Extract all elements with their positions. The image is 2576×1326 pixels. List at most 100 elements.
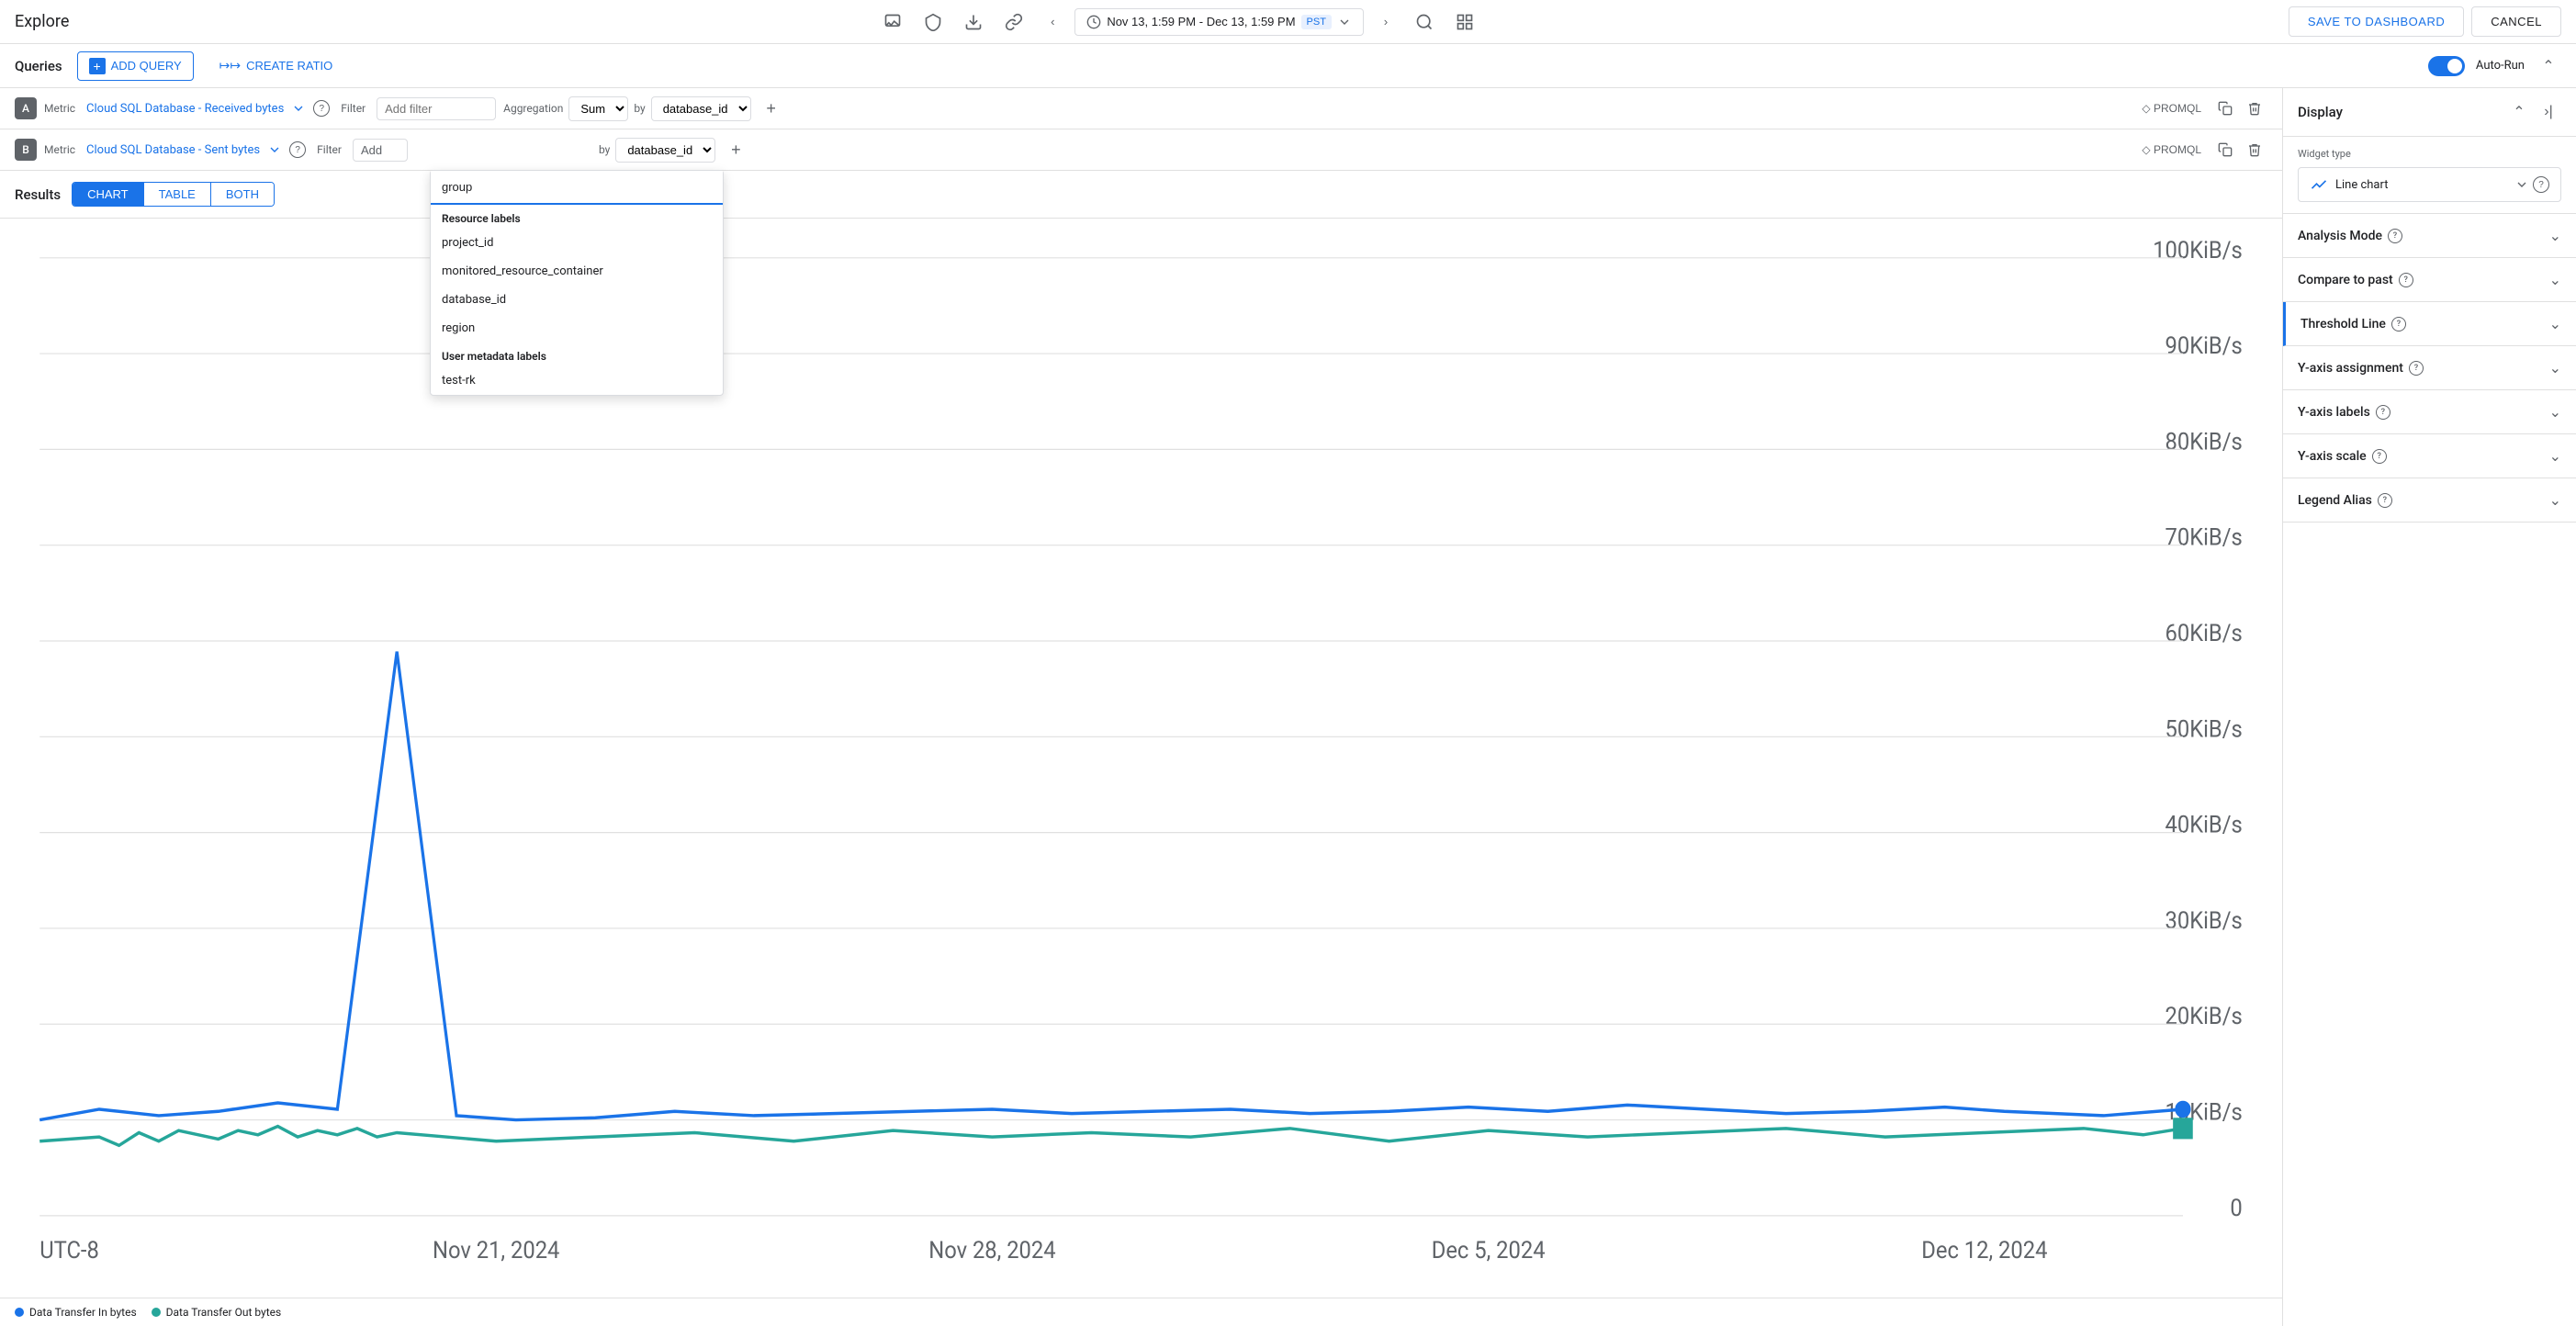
svg-text:0: 0 <box>2230 1195 2242 1222</box>
metric-value-a[interactable]: Cloud SQL Database - Received bytes <box>86 102 284 116</box>
metric-value-b[interactable]: Cloud SQL Database - Sent bytes <box>86 143 260 157</box>
accordion-y-axis-scale: Y-axis scale ? ⌄ <box>2283 434 2576 478</box>
chart-legend: Data Transfer In bytes Data Transfer Out… <box>0 1298 2282 1326</box>
next-time-btn[interactable]: › <box>1371 7 1400 37</box>
queries-bar: Queries + ADD QUERY ↦↦ CREATE RATIO Auto… <box>0 44 2576 88</box>
svg-text:90KiB/s: 90KiB/s <box>2165 332 2243 360</box>
accordion-legend-alias-header[interactable]: Legend Alias ? ⌄ <box>2283 478 2576 522</box>
dropdown-item-database-id[interactable]: database_id <box>431 286 723 314</box>
promql-b-btn[interactable]: ◇ PROMQL <box>2134 140 2209 160</box>
timezone-badge: PST <box>1301 15 1332 29</box>
agg-label-b: by <box>599 143 610 156</box>
zoom-icon-btn[interactable] <box>1408 6 1441 39</box>
auto-run-toggle[interactable] <box>2428 56 2465 76</box>
copy-a-btn[interactable] <box>2212 96 2238 121</box>
by-select-b[interactable]: database_id <box>615 138 715 163</box>
promql-a-btn[interactable]: ◇ PROMQL <box>2134 98 2209 118</box>
grid-icon-btn[interactable] <box>1448 6 1481 39</box>
feedback-icon-btn[interactable] <box>876 6 909 39</box>
accordion-y-axis-assignment: Y-axis assignment ? ⌄ <box>2283 346 2576 390</box>
time-range-btn[interactable]: Nov 13, 1:59 PM - Dec 13, 1:59 PM PST <box>1074 8 1364 36</box>
top-bar: Explore ‹ Nov 13, 1:59 PM - Dec 13, 1:59… <box>0 0 2576 44</box>
chevron-metric-a-icon <box>291 101 306 116</box>
search-icon <box>1415 13 1434 31</box>
analysis-mode-help-btn[interactable]: ? <box>2388 229 2402 243</box>
add-filter-a-btn[interactable]: + <box>759 96 784 121</box>
cancel-button[interactable]: CANCEL <box>2471 6 2561 37</box>
delete-a-btn[interactable] <box>2242 96 2267 121</box>
accordion-y-axis-labels-title: Y-axis labels ? <box>2298 405 2390 420</box>
by-select-a[interactable]: database_id <box>651 96 751 121</box>
tab-chart[interactable]: CHART <box>73 183 144 206</box>
dropdown-search-input[interactable] <box>431 171 723 205</box>
query-badge-a: A <box>15 97 37 119</box>
y-axis-assignment-chevron-icon: ⌄ <box>2549 359 2561 376</box>
legend-alias-help-btn[interactable]: ? <box>2378 493 2392 508</box>
collapse-queries-btn[interactable]: ⌃ <box>2536 53 2561 79</box>
add-query-button[interactable]: + ADD QUERY <box>77 51 194 81</box>
metric-label-b: Metric <box>44 143 75 156</box>
metric-a-help-btn[interactable]: ? <box>313 100 330 117</box>
accordion-y-axis-scale-header[interactable]: Y-axis scale ? ⌄ <box>2283 434 2576 478</box>
auto-run-label: Auto-Run <box>2476 59 2525 73</box>
svg-text:30KiB/s: 30KiB/s <box>2165 907 2243 935</box>
accordion-analysis-mode-title: Analysis Mode ? <box>2298 229 2402 243</box>
widget-type-select[interactable]: Line chart ? <box>2298 167 2561 202</box>
dropdown-item-project-id[interactable]: project_id <box>431 229 723 257</box>
accordion-analysis-mode-header[interactable]: Analysis Mode ? ⌄ <box>2283 214 2576 257</box>
filter-input-a[interactable] <box>377 97 496 120</box>
threshold-line-help-btn[interactable]: ? <box>2391 317 2406 332</box>
delete-b-btn[interactable] <box>2242 137 2267 163</box>
svg-text:50KiB/s: 50KiB/s <box>2165 716 2243 744</box>
dropdown-item-test-rk[interactable]: test-rk <box>431 366 723 395</box>
app-title: Explore <box>15 12 69 31</box>
right-panel: Display ⌃ ›| Widget type Line chart ? <box>2282 88 2576 1326</box>
copy-b-icon <box>2218 142 2233 157</box>
download-icon-btn[interactable] <box>957 6 990 39</box>
tab-table[interactable]: TABLE <box>144 183 211 206</box>
chevron-down-icon <box>1337 15 1352 29</box>
row-actions-a: ◇ PROMQL <box>2134 96 2267 121</box>
accordion-y-axis-assignment-header[interactable]: Y-axis assignment ? ⌄ <box>2283 346 2576 389</box>
link-icon-btn[interactable] <box>997 6 1030 39</box>
svg-text:UTC-8: UTC-8 <box>39 1237 99 1264</box>
legend-label-out: Data Transfer Out bytes <box>166 1306 282 1319</box>
accordion-y-axis-labels-header[interactable]: Y-axis labels ? ⌄ <box>2283 390 2576 433</box>
svg-text:20KiB/s: 20KiB/s <box>2165 1003 2243 1030</box>
chart-svg: 100KiB/s 90KiB/s 80KiB/s 70KiB/s 60KiB/s… <box>0 226 2282 1290</box>
save-monitoring-icon-btn[interactable] <box>917 6 950 39</box>
y-axis-scale-help-btn[interactable]: ? <box>2372 449 2387 464</box>
dropdown-section2-label: User metadata labels <box>431 343 723 366</box>
save-to-dashboard-button[interactable]: SAVE TO DASHBOARD <box>2289 6 2464 37</box>
widget-type-inner: Line chart <box>2310 175 2388 194</box>
filter-label-a: Filter <box>341 102 366 115</box>
sort-up-btn[interactable]: ⌃ <box>2506 99 2532 125</box>
agg-select-a[interactable]: Sum <box>568 96 628 121</box>
dropdown-item-monitored-resource[interactable]: monitored_resource_container <box>431 257 723 286</box>
filter-input-b[interactable] <box>353 139 408 162</box>
widget-type-help-btn[interactable]: ? <box>2533 176 2549 193</box>
copy-b-btn[interactable] <box>2212 137 2238 163</box>
compare-to-past-help-btn[interactable]: ? <box>2399 273 2413 287</box>
tab-both[interactable]: BOTH <box>211 183 274 206</box>
query-badge-b: B <box>15 139 37 161</box>
accordion-threshold-line-header[interactable]: Threshold Line ? ⌄ <box>2286 302 2576 345</box>
prev-time-btn[interactable]: ‹ <box>1038 7 1067 37</box>
y-axis-labels-help-btn[interactable]: ? <box>2376 405 2390 420</box>
y-axis-labels-chevron-icon: ⌄ <box>2549 403 2561 421</box>
expand-right-btn[interactable]: ›| <box>2536 99 2561 125</box>
accordion-compare-to-past-header[interactable]: Compare to past ? ⌄ <box>2283 258 2576 301</box>
y-axis-assignment-help-btn[interactable]: ? <box>2409 361 2424 376</box>
svg-text:Dec 12, 2024: Dec 12, 2024 <box>1921 1237 2047 1264</box>
accordion-y-axis-scale-title: Y-axis scale ? <box>2298 449 2387 464</box>
create-ratio-button[interactable]: ↦↦ CREATE RATIO <box>208 52 344 79</box>
add-filter-b-btn[interactable]: + <box>723 137 748 163</box>
accordion-y-axis-assignment-title: Y-axis assignment ? <box>2298 361 2424 376</box>
dropdown-item-region[interactable]: region <box>431 314 723 343</box>
metric-b-help-btn[interactable]: ? <box>289 141 306 158</box>
y-axis-scale-chevron-icon: ⌄ <box>2549 447 2561 465</box>
legend-label-in: Data Transfer In bytes <box>29 1306 137 1319</box>
time-nav-arrows: ‹ <box>1038 7 1067 37</box>
svg-text:Nov 28, 2024: Nov 28, 2024 <box>928 1237 1055 1264</box>
create-ratio-label: CREATE RATIO <box>246 59 332 73</box>
